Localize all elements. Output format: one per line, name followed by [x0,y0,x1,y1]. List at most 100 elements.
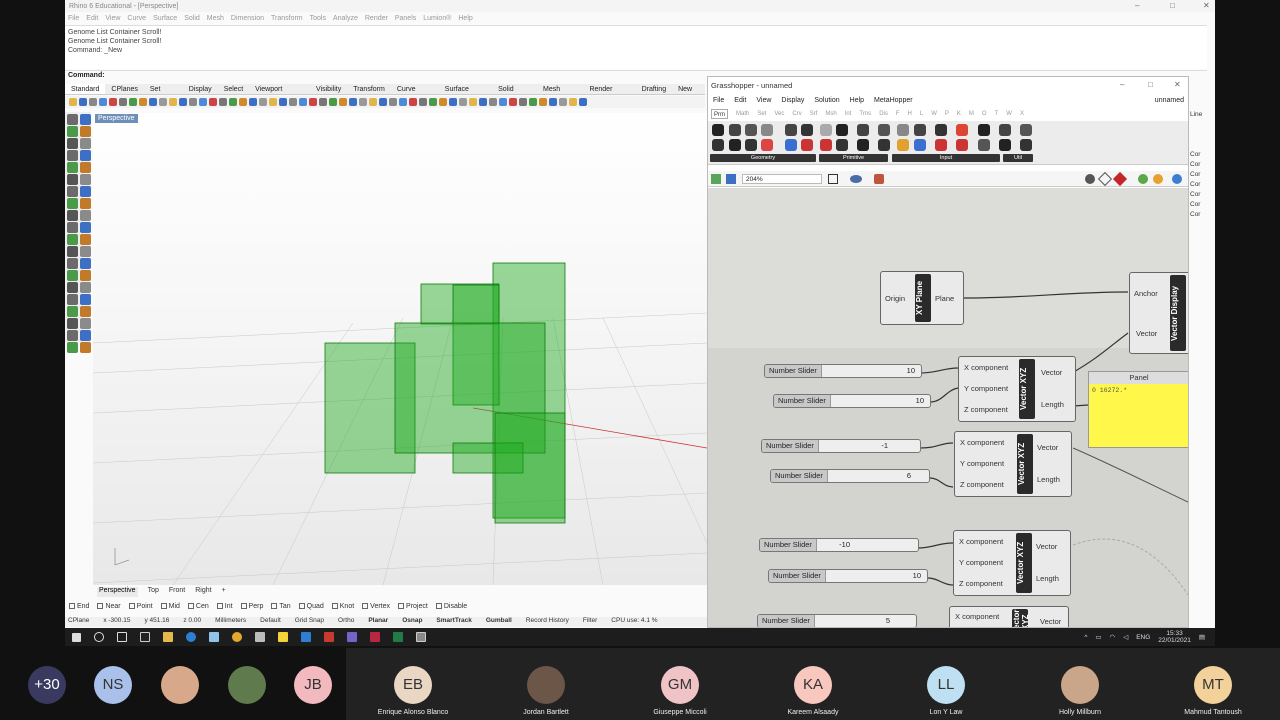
gh-tab[interactable]: W [931,109,937,119]
toolbar-icon[interactable] [139,98,147,106]
grid-snap-toggle[interactable]: Grid Snap [295,617,324,627]
z-component-input[interactable]: Z component [959,579,1003,588]
wireframe-preview-icon[interactable] [1097,171,1113,187]
toolbar-tab[interactable]: Solid Tools [492,84,537,104]
toolbar-icon[interactable] [499,98,507,106]
gh-component-icon[interactable] [999,139,1011,151]
vector-xyz-component[interactable]: X component Y component Z component Vect… [953,530,1071,596]
menu-item[interactable]: Lumion® [423,13,451,24]
vector-output[interactable]: Vector [1037,443,1058,452]
menu-item[interactable]: Tools [310,13,326,24]
toolbar-icon[interactable] [169,98,177,106]
toolbar-icon[interactable] [259,98,267,106]
gh-tab[interactable]: Vec [774,109,784,119]
toolbar-icon[interactable] [519,98,527,106]
toolbar-icon[interactable] [549,98,557,106]
gh-tab[interactable]: M [969,109,974,119]
left-tool-icon[interactable] [80,318,91,329]
globe-icon[interactable] [1172,174,1182,184]
toolbar-icon[interactable] [459,98,467,106]
viewport-tab[interactable]: Top [148,587,159,597]
length-output[interactable]: Length [1041,400,1064,409]
toolbar-icon[interactable] [129,98,137,106]
gh-component-icon[interactable] [801,139,813,151]
gh-tab[interactable]: F [896,109,900,119]
y-component-input[interactable]: Y component [959,558,1003,567]
toolbar-icon[interactable] [409,98,417,106]
gh-component-icon[interactable] [897,139,909,151]
battery-icon[interactable]: ▭ [1095,633,1101,641]
gumball-toggle[interactable]: Gumball [486,617,512,627]
number-slider[interactable]: Number Slider -10 [759,538,919,552]
status-layer[interactable]: Default [260,617,281,627]
gh-panel[interactable]: Panel 0 16272.* [1088,371,1188,448]
left-tool-icon[interactable] [80,138,91,149]
vector-output[interactable]: Vector [1041,368,1062,377]
gh-component-icon[interactable] [978,124,990,136]
toolbar-tab[interactable]: Curve Tools [391,84,439,104]
left-tool-icon[interactable] [67,198,78,209]
left-tool-icon[interactable] [80,282,91,293]
vector-input[interactable]: Vector [1136,329,1157,338]
menu-item[interactable]: Mesh [207,13,224,24]
toolbar-icon[interactable] [469,98,477,106]
gh-tab[interactable]: Msh [825,109,836,119]
osnap-option[interactable]: Vertex [362,603,390,613]
toolbar-icon[interactable] [379,98,387,106]
number-slider[interactable]: Number Slider 10 [764,364,922,378]
viewport-tab[interactable]: + [222,587,226,597]
toolbar-icon[interactable] [349,98,357,106]
toolbar-icon[interactable] [69,98,77,106]
vector-display-component[interactable]: Anchor Vector Vector Display [1129,272,1188,354]
gh-component-icon[interactable] [914,139,926,151]
gh-tab[interactable]: Math [736,109,749,119]
zoom-extents-icon[interactable] [828,174,838,184]
gh-menu-item[interactable]: Display [781,95,804,107]
toolbar-tab[interactable]: Viewport Layout [249,84,310,104]
toolbar-icon[interactable] [209,98,217,106]
x-component-input[interactable]: X component [959,537,1003,546]
close-icon[interactable]: ✕ [1203,1,1210,10]
participant-tile[interactable]: Holly Millburn [1013,648,1147,720]
left-tool-icon[interactable] [67,246,78,257]
gh-menu-item[interactable]: View [756,95,771,107]
toolbar-icon[interactable] [229,98,237,106]
toolbar-icon[interactable] [479,98,487,106]
participant-tile[interactable]: KA Kareem Alsaady [746,648,880,720]
gh-tab[interactable]: W [1006,109,1012,119]
volume-icon[interactable]: ◁ [1123,633,1128,641]
save-icon[interactable] [726,174,736,184]
gh-minimize-icon[interactable]: – [1120,80,1124,89]
gh-maximize-icon[interactable]: □ [1148,80,1153,89]
left-tool-icon[interactable] [67,282,78,293]
gh-component-icon[interactable] [712,139,724,151]
checkbox-icon[interactable] [298,603,305,610]
left-tool-icon[interactable] [67,210,78,221]
gh-component-icon[interactable] [745,124,757,136]
gh-menu-item[interactable]: File [713,95,724,107]
y-component-input[interactable]: Y component [964,384,1008,393]
anchor-input[interactable]: Anchor [1134,289,1158,298]
gh-tab[interactable]: X [1020,109,1024,119]
menu-item[interactable]: Transform [271,13,303,24]
left-tool-icon[interactable] [80,294,91,305]
toolbar-icon[interactable] [429,98,437,106]
left-tool-icon[interactable] [67,138,78,149]
left-tool-icon[interactable] [80,162,91,173]
menu-item[interactable]: View [105,13,120,24]
gh-tab[interactable]: Trns [859,109,871,119]
x-component-input[interactable]: X component [960,438,1004,447]
gh-ribbon-group[interactable]: Geometry [710,154,816,162]
toolbar-icon[interactable] [389,98,397,106]
notifications-icon[interactable]: ▤ [1199,633,1205,641]
viewport-tab[interactable]: Perspective [97,587,138,597]
panel-entry[interactable] [1190,140,1215,150]
toolbar-icon[interactable] [579,98,587,106]
gh-component-icon[interactable] [745,139,757,151]
left-tool-icon[interactable] [80,306,91,317]
z-component-input[interactable]: Z component [960,480,1004,489]
panel-entry[interactable]: Cor [1190,180,1215,190]
menu-item[interactable]: Help [458,13,472,24]
checkbox-icon[interactable] [97,603,104,610]
left-tool-icon[interactable] [80,234,91,245]
